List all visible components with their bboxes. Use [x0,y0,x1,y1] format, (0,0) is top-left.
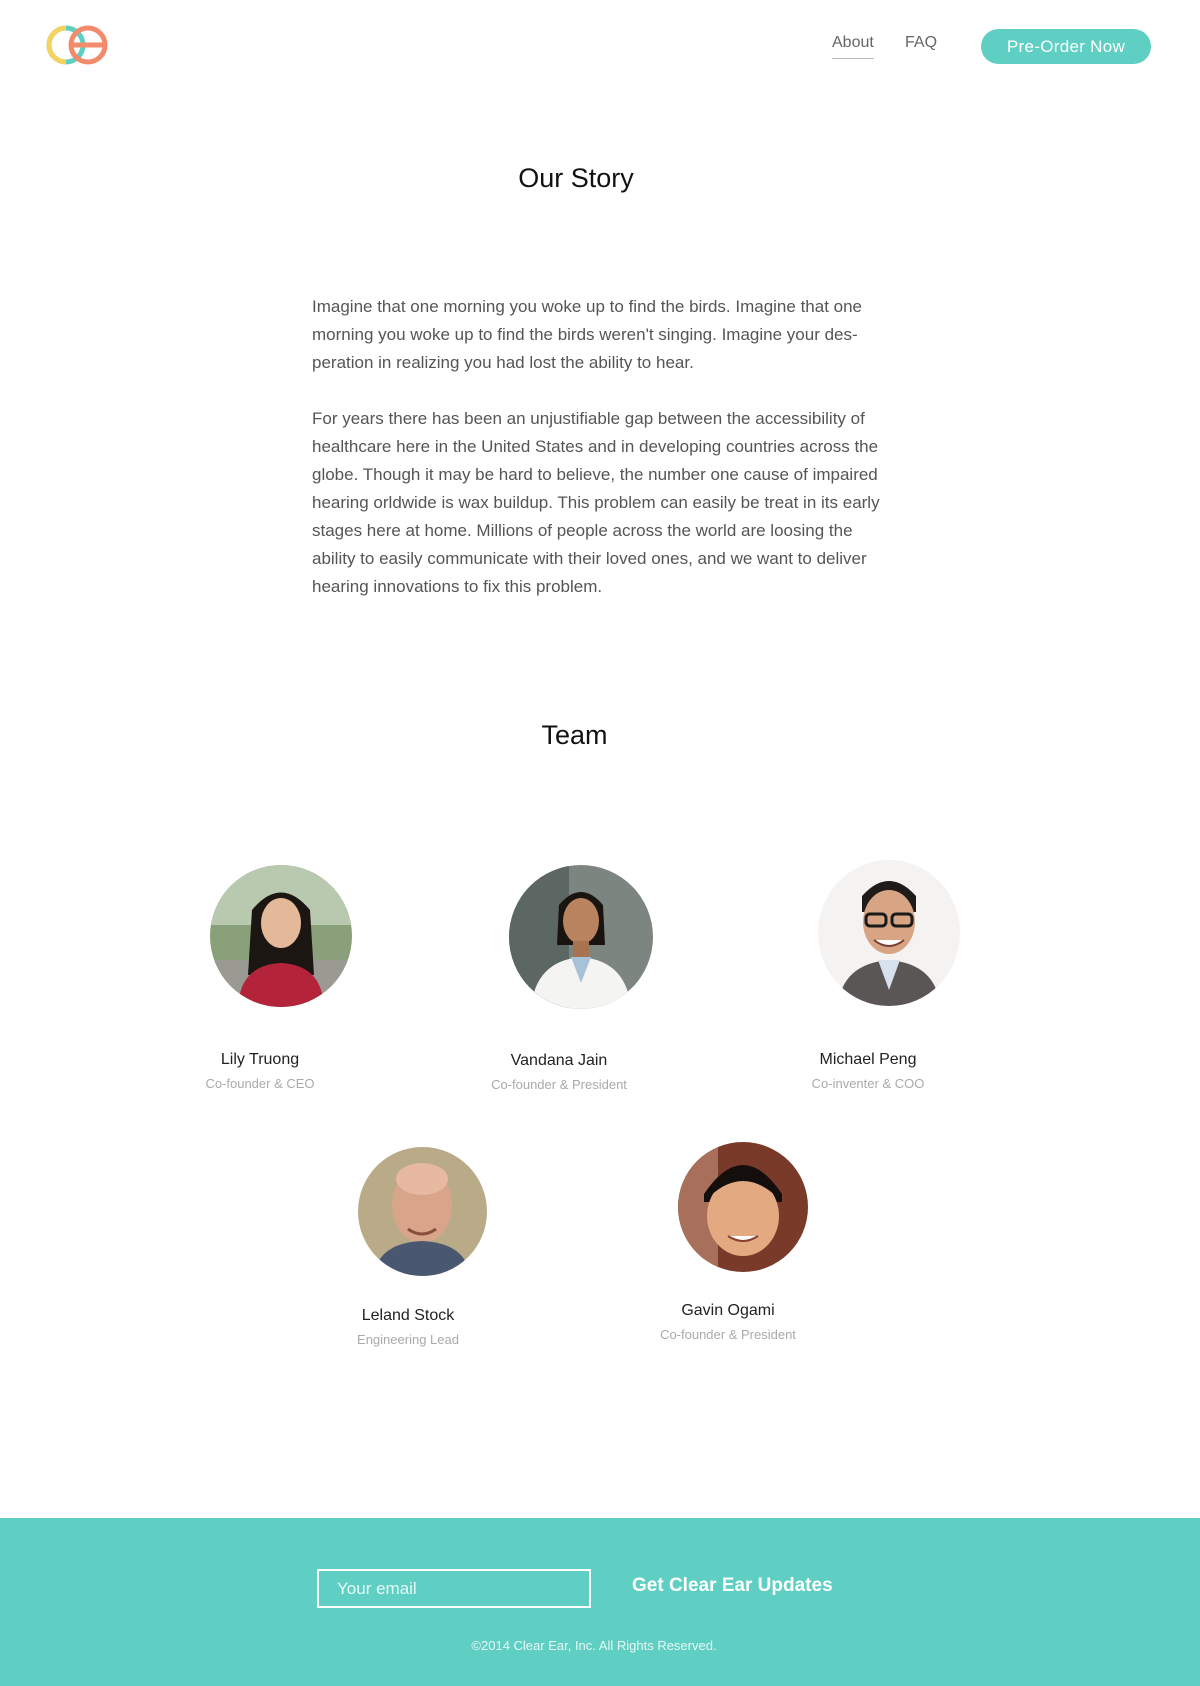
avatar [210,865,352,1007]
pre-order-button[interactable]: Pre-Order Now [981,29,1151,64]
story-paragraph: For years there has been an unjustifiabl… [312,409,880,596]
member-role: Co-inventer & COO [811,1076,925,1091]
avatar [818,860,960,1006]
header: About FAQ Pre-Order Now [0,0,1200,92]
avatar [509,865,653,1009]
member-name: Gavin Ogami [681,1302,775,1319]
get-updates-button[interactable]: Get Clear Ear Updates [632,1575,833,1597]
copyright-text: ©2014 Clear Ear, Inc. All Rights Reserve… [471,1638,717,1653]
member-role: Co-founder & CEO [205,1076,315,1091]
member-role: Co-founder & President [491,1077,627,1092]
team-title: Team [541,720,608,750]
member-name: Michael Peng [819,1051,917,1068]
member-name: Vandana Jain [510,1052,608,1069]
page: About FAQ Pre-Order Now Our Story Imagin… [0,0,1200,1686]
nav-about-link[interactable]: About [832,34,874,59]
avatar [358,1147,487,1276]
story-paragraph: Imagine that one morning you woke up to … [312,297,863,372]
member-role: Engineering Lead [357,1332,459,1347]
story-title: Our Story [518,163,634,193]
member-role: Co-founder & President [660,1327,796,1342]
nav-faq-link[interactable]: FAQ [905,34,937,52]
member-name: Lily Truong [220,1051,300,1068]
member-name: Leland Stock [361,1307,455,1324]
email-input[interactable] [317,1569,591,1608]
avatar [678,1142,808,1272]
clear-ear-logo-icon[interactable] [46,24,110,66]
footer: Get Clear Ear Updates ©2014 Clear Ear, I… [0,1518,1200,1686]
